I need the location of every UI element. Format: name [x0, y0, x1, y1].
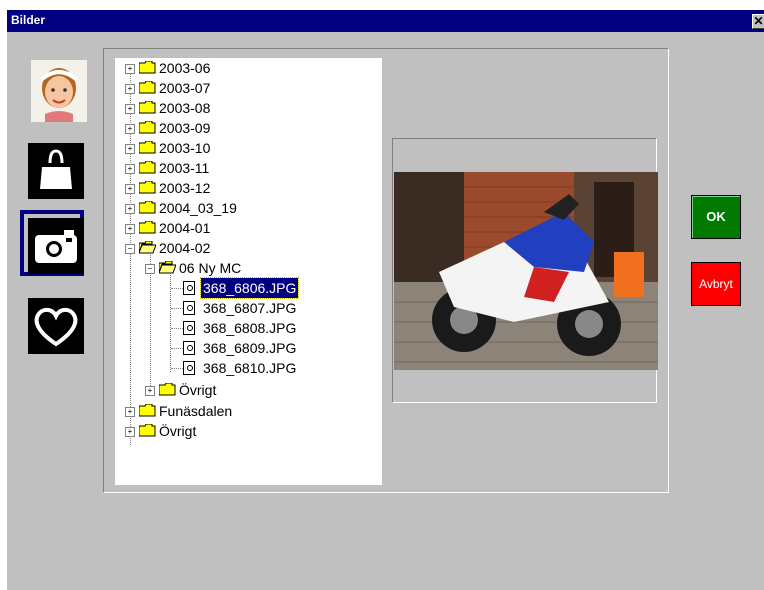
- image-file-icon: [183, 281, 195, 295]
- photo-category-button[interactable]: [18, 55, 88, 125]
- folder-label: Övrigt: [159, 423, 197, 439]
- image-file-icon: [183, 361, 195, 375]
- open-folder-icon: [139, 241, 156, 254]
- shopping-bag-icon: [28, 143, 84, 199]
- favorites-category-button[interactable]: [18, 290, 88, 360]
- file-label: 368_6807.JPG: [203, 300, 297, 316]
- image-file-icon: [183, 341, 195, 355]
- folder-icon: [139, 141, 156, 154]
- folder-label: 2003-07: [159, 80, 211, 96]
- folder-icon: [139, 181, 156, 194]
- heart-icon: [28, 298, 84, 354]
- folder-label: 2004-01: [159, 220, 211, 236]
- file-label: 368_6808.JPG: [203, 320, 297, 336]
- folder-label: 2003-06: [159, 60, 211, 76]
- folder-label: 2003-08: [159, 100, 211, 116]
- file-label-selected: 368_6806.JPG: [199, 277, 300, 299]
- folder-icon: [139, 221, 156, 234]
- camera-icon: [28, 218, 84, 274]
- folder-icon: [139, 121, 156, 134]
- open-folder-icon: [159, 261, 176, 274]
- image-preview: [394, 172, 658, 370]
- image-file-icon: [183, 301, 195, 315]
- folder-icon: [139, 61, 156, 74]
- folder-icon: [139, 404, 156, 417]
- folder-icon: [139, 161, 156, 174]
- folder-label: Funäsdalen: [159, 403, 233, 419]
- close-button[interactable]: ✕: [752, 14, 764, 29]
- folder-tree[interactable]: + 2003-06 + 2003-07 + 2003-08 + 2003-09 …: [115, 58, 382, 485]
- image-file-icon: [183, 321, 195, 335]
- window-title: Bilder: [11, 13, 46, 27]
- folder-icon: [139, 101, 156, 114]
- folder-label: 2004_03_19: [159, 200, 237, 216]
- folder-icon: [139, 424, 156, 437]
- folder-label: 2004-02: [159, 240, 211, 256]
- shopping-category-button[interactable]: [18, 135, 88, 205]
- folder-label: 2003-10: [159, 140, 211, 156]
- cancel-button[interactable]: Avbryt: [691, 262, 741, 306]
- folder-icon: [139, 201, 156, 214]
- folder-label: 06 Ny MC: [179, 260, 242, 276]
- folder-icon: [139, 81, 156, 94]
- file-label: 368_6809.JPG: [203, 340, 297, 356]
- title-bar: Bilder ✕: [7, 10, 764, 32]
- girl-photo-icon: [30, 59, 88, 123]
- folder-label: 2003-09: [159, 120, 211, 136]
- folder-label: Övrigt: [179, 382, 217, 398]
- camera-category-button[interactable]: [18, 210, 88, 280]
- folder-label: 2003-11: [159, 160, 210, 176]
- folder-icon: [159, 383, 176, 396]
- folder-label: 2003-12: [159, 180, 211, 196]
- file-label: 368_6810.JPG: [203, 360, 297, 376]
- ok-button[interactable]: OK: [691, 195, 741, 239]
